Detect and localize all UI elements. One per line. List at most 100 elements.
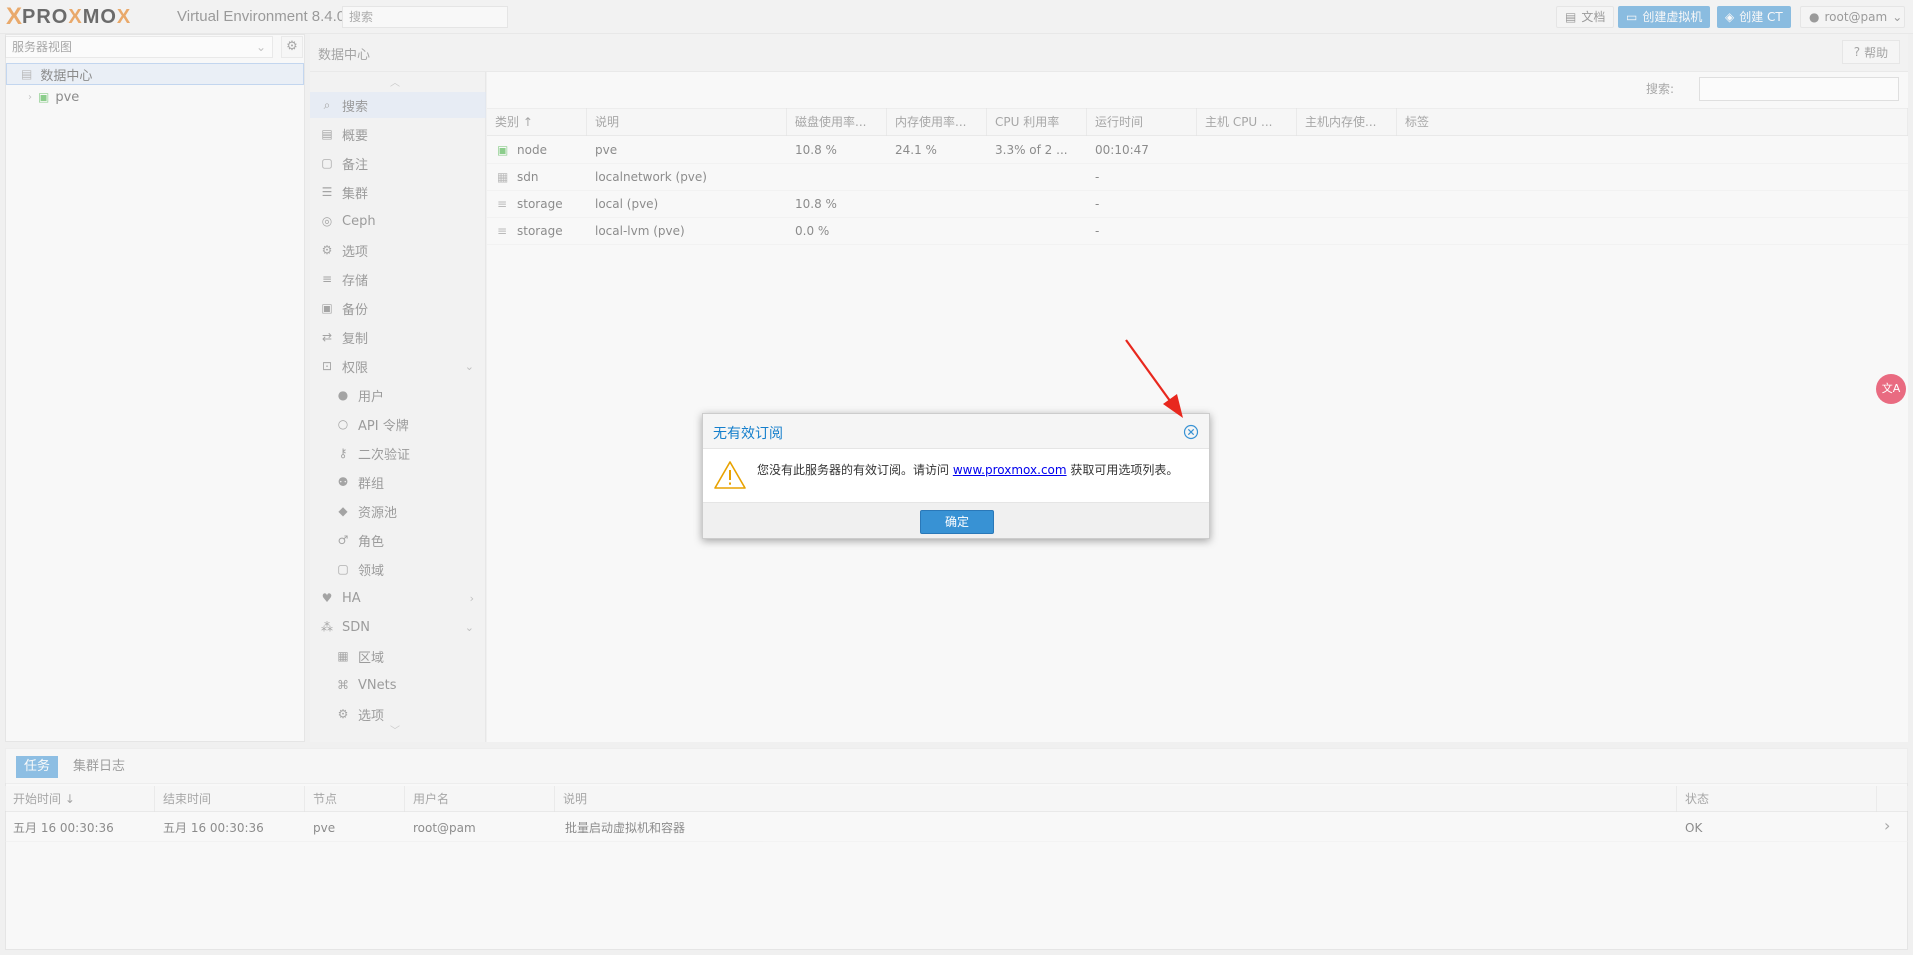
- nav-item[interactable]: ⇄ 复制: [310, 324, 486, 350]
- nav-item[interactable]: ○ API 令牌: [310, 411, 486, 437]
- column-header[interactable]: 类别 ↑: [487, 108, 587, 136]
- close-icon[interactable]: [1183, 424, 1199, 440]
- task-column-header[interactable]: 说明: [555, 786, 1677, 812]
- nav-item[interactable]: ⌕ 搜索: [310, 92, 486, 118]
- table-row[interactable]: [487, 191, 1908, 218]
- column-header[interactable]: 主机 CPU ...: [1197, 108, 1297, 136]
- retweet-icon: ⇄: [321, 330, 333, 344]
- task-cell-end: 五月 16 00:30:36: [163, 821, 264, 835]
- task-cell-node: pve: [313, 821, 336, 835]
- column-header[interactable]: 运行时间: [1087, 108, 1197, 136]
- cell-uptime: -: [1095, 197, 1100, 211]
- tab-tasks[interactable]: 任务: [16, 756, 59, 778]
- sdn-grid-icon: ▦: [497, 170, 509, 184]
- nav-item-label: 区域: [358, 650, 385, 666]
- nav-item-label: 领域: [358, 563, 385, 579]
- nav-item-label: 选项: [342, 244, 369, 260]
- tree-item-pve[interactable]: › ▣ pve: [6, 86, 304, 108]
- nav-item[interactable]: ◆ 资源池: [310, 498, 486, 524]
- nav-item[interactable]: ⌘ VNets: [310, 672, 486, 698]
- nav-item[interactable]: ▢ 领域: [310, 556, 486, 582]
- cell-uptime: 00:10:47: [1095, 143, 1149, 157]
- column-header[interactable]: 主机内存使...: [1297, 108, 1397, 136]
- nav-item-label: 搜索: [342, 99, 369, 115]
- table-row[interactable]: [487, 218, 1908, 245]
- task-tabs: [5, 748, 1908, 784]
- database-icon: ≡: [497, 224, 508, 238]
- column-header[interactable]: 说明: [587, 108, 787, 136]
- top-bar: X PROXMOX Virtual Environment 8.4.0 ▤文档 …: [0, 0, 1913, 34]
- dialog-message: 您没有此服务器的有效订阅。请访问 www.proxmox.com 获取可用选项列…: [757, 463, 1179, 477]
- cell-disk: 10.8 %: [795, 143, 837, 157]
- nav-item-label: 备份: [342, 302, 369, 318]
- tree-item-datacenter[interactable]: ▤ 数据中心: [6, 63, 304, 85]
- nav-item[interactable]: ▢ 备注: [310, 150, 486, 176]
- task-column-header[interactable]: 状态: [1677, 786, 1877, 812]
- scroll-up-icon[interactable]: ︿: [390, 74, 400, 89]
- column-header[interactable]: 磁盘使用率...: [787, 108, 887, 136]
- task-column-header[interactable]: 节点: [305, 786, 405, 812]
- nav-item[interactable]: ▣ 备份: [310, 295, 486, 321]
- nav-item-label: 存储: [342, 273, 369, 289]
- chevron-down-icon: ⌄: [1892, 10, 1903, 24]
- user-menu-button[interactable]: ● root@pam ⌄: [1800, 6, 1905, 28]
- top-search-input[interactable]: [342, 6, 508, 28]
- task-row[interactable]: [5, 816, 1908, 842]
- nav-item[interactable]: ☰ 集群: [310, 179, 486, 205]
- nav-item[interactable]: ♥ HA ›: [310, 585, 486, 611]
- task-cell-status: OK: [1685, 821, 1703, 835]
- column-header[interactable]: CPU 利用率: [987, 108, 1087, 136]
- chevron-down-icon[interactable]: ⌄: [465, 621, 474, 634]
- task-column-header[interactable]: 结束时间: [155, 786, 305, 812]
- nav-item[interactable]: ● 用户: [310, 382, 486, 408]
- chevron-right-icon[interactable]: ›: [28, 92, 32, 103]
- question-icon: ?: [1853, 45, 1861, 59]
- gear-icon[interactable]: ⚙: [281, 36, 303, 58]
- docs-button[interactable]: ▤ 文档: [1556, 6, 1615, 28]
- cell-uptime: -: [1095, 170, 1100, 184]
- tab-cluster-log[interactable]: 集群日志: [65, 756, 133, 778]
- nav-item-label: 二次验证: [358, 447, 411, 463]
- dialog-header: 无有效订阅: [703, 414, 1209, 449]
- nav-item[interactable]: ⊡ 权限 ⌄: [310, 353, 486, 379]
- cube-icon: ◈: [1725, 10, 1735, 24]
- cell-mem: 24.1 %: [895, 143, 937, 157]
- nav-item[interactable]: ⚉ 群组: [310, 469, 486, 495]
- translate-icon[interactable]: 文A: [1876, 374, 1906, 404]
- chevron-right-icon[interactable]: ›: [1884, 816, 1890, 835]
- create-vm-button[interactable]: ▭ 创建虚拟机: [1618, 6, 1711, 28]
- proxmox-link[interactable]: www.proxmox.com: [953, 463, 1067, 477]
- nav-item[interactable]: ⚷ 二次验证: [310, 440, 486, 466]
- help-button[interactable]: ? 帮助: [1842, 40, 1900, 64]
- desktop-icon: ▭: [1626, 10, 1638, 24]
- task-column-header[interactable]: 用户名: [405, 786, 555, 812]
- nav-item[interactable]: ≡ 存储: [310, 266, 486, 292]
- chevron-right-icon[interactable]: ›: [470, 592, 474, 605]
- chevron-down-icon[interactable]: ⌄: [465, 360, 474, 373]
- nav-item[interactable]: ▦ 区域: [310, 643, 486, 669]
- nav-item[interactable]: ◎ Ceph: [310, 208, 486, 234]
- users-icon: ⚉: [337, 475, 349, 489]
- column-header[interactable]: 标签: [1397, 108, 1908, 136]
- ok-button[interactable]: 确定: [920, 510, 994, 534]
- th-icon: ▦: [337, 649, 349, 663]
- cell-desc: local (pve): [595, 197, 659, 211]
- task-column-header[interactable]: 开始时间 ↓: [5, 786, 155, 812]
- nav-item-label: Ceph: [342, 213, 376, 229]
- nav-item-label: 角色: [358, 534, 385, 550]
- user-icon: ●: [337, 388, 349, 402]
- nav-item[interactable]: ♂ 角色: [310, 527, 486, 553]
- column-header[interactable]: 内存使用率...: [887, 108, 987, 136]
- dialog-title: 无有效订阅: [713, 426, 783, 442]
- nav-item[interactable]: ▤ 概要: [310, 121, 486, 147]
- nav-item-label: 选项: [358, 708, 385, 724]
- nav-item-label: 群组: [358, 476, 385, 492]
- grid-search-input[interactable]: [1699, 77, 1899, 101]
- view-selector[interactable]: 服务器视图 ⌄: [5, 36, 273, 58]
- create-ct-button[interactable]: ◈ 创建 CT: [1717, 6, 1791, 28]
- node-icon: ▣: [497, 143, 509, 157]
- nav-item[interactable]: ⁂ SDN ⌄: [310, 614, 486, 640]
- table-row[interactable]: [487, 137, 1908, 164]
- scroll-down-icon[interactable]: ﹀: [390, 722, 400, 737]
- nav-item[interactable]: ⚙ 选项: [310, 237, 486, 263]
